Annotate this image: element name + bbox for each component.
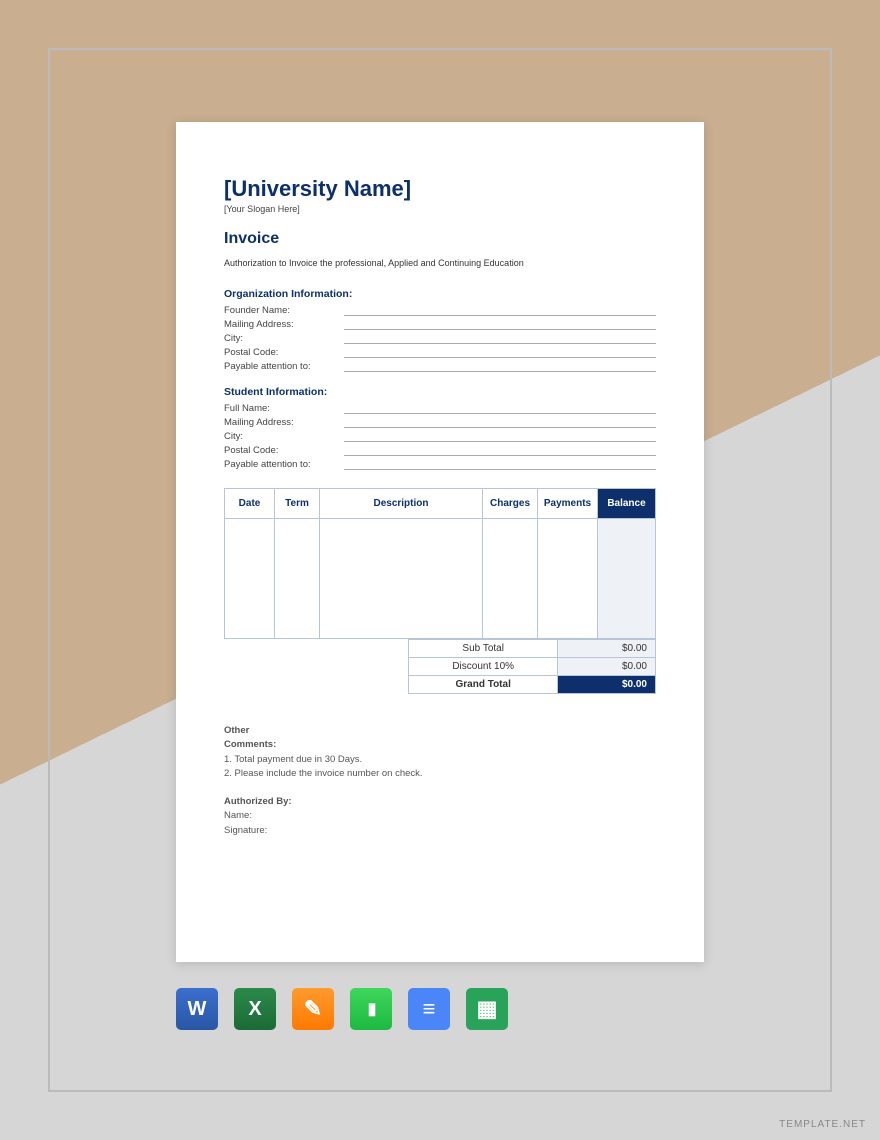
col-payments: Payments bbox=[538, 489, 598, 519]
student-city-label: City: bbox=[224, 431, 344, 442]
grandtotal-value: $0.00 bbox=[558, 676, 656, 694]
col-term: Term bbox=[275, 489, 320, 519]
format-icons-row bbox=[176, 988, 508, 1030]
org-founder-row: Founder Name: bbox=[224, 302, 656, 316]
student-payable-row: Payable attention to: bbox=[224, 456, 656, 470]
student-postal-row: Postal Code: bbox=[224, 442, 656, 456]
google-docs-icon[interactable] bbox=[408, 988, 450, 1030]
comment-line-1: 1. Total payment due in 30 Days. bbox=[224, 753, 656, 767]
invoice-document: [University Name] [Your Slogan Here] Inv… bbox=[176, 122, 704, 962]
comments-block: Other Comments: 1. Total payment due in … bbox=[224, 724, 656, 781]
excel-icon[interactable] bbox=[234, 988, 276, 1030]
numbers-icon[interactable] bbox=[350, 988, 392, 1030]
student-fullname-line bbox=[344, 403, 656, 414]
subtotal-row: Sub Total $0.00 bbox=[409, 640, 656, 658]
org-payable-row: Payable attention to: bbox=[224, 358, 656, 372]
pages-icon[interactable] bbox=[292, 988, 334, 1030]
student-mailing-line bbox=[344, 417, 656, 428]
discount-row: Discount 10% $0.00 bbox=[409, 658, 656, 676]
cell-charges bbox=[483, 519, 538, 639]
other-heading: Other bbox=[224, 724, 656, 738]
table-body-row bbox=[225, 519, 656, 639]
col-date: Date bbox=[225, 489, 275, 519]
org-city-row: City: bbox=[224, 330, 656, 344]
watermark-text: TEMPLATE.NET bbox=[779, 1119, 866, 1130]
org-founder-line bbox=[344, 305, 656, 316]
org-postal-line bbox=[344, 347, 656, 358]
authorized-name: Name: bbox=[224, 809, 656, 823]
org-postal-row: Postal Code: bbox=[224, 344, 656, 358]
discount-label: Discount 10% bbox=[409, 658, 558, 676]
student-fullname-label: Full Name: bbox=[224, 403, 344, 414]
comments-heading: Comments: bbox=[224, 738, 656, 752]
cell-term bbox=[275, 519, 320, 639]
org-founder-label: Founder Name: bbox=[224, 305, 344, 316]
totals-table: Sub Total $0.00 Discount 10% $0.00 Grand… bbox=[408, 639, 656, 694]
student-info-block: Student Information: Full Name: Mailing … bbox=[224, 386, 656, 470]
org-mailing-row: Mailing Address: bbox=[224, 316, 656, 330]
student-payable-line bbox=[344, 459, 656, 470]
org-city-line bbox=[344, 333, 656, 344]
authorized-signature: Signature: bbox=[224, 824, 656, 838]
cell-balance bbox=[598, 519, 656, 639]
invoice-table: Date Term Description Charges Payments B… bbox=[224, 488, 656, 639]
subtotal-value: $0.00 bbox=[558, 640, 656, 658]
student-city-line bbox=[344, 431, 656, 442]
student-heading: Student Information: bbox=[224, 386, 656, 398]
subtotal-label: Sub Total bbox=[409, 640, 558, 658]
student-mailing-row: Mailing Address: bbox=[224, 414, 656, 428]
university-name: [University Name] bbox=[224, 176, 656, 202]
slogan-text: [Your Slogan Here] bbox=[224, 204, 656, 214]
grandtotal-row: Grand Total $0.00 bbox=[409, 676, 656, 694]
organization-info-block: Organization Information: Founder Name: … bbox=[224, 288, 656, 372]
org-payable-label: Payable attention to: bbox=[224, 361, 344, 372]
authorized-heading: Authorized By: bbox=[224, 795, 656, 809]
student-city-row: City: bbox=[224, 428, 656, 442]
google-sheets-icon[interactable] bbox=[466, 988, 508, 1030]
org-city-label: City: bbox=[224, 333, 344, 344]
col-description: Description bbox=[320, 489, 483, 519]
student-mailing-label: Mailing Address: bbox=[224, 417, 344, 428]
authorization-text: Authorization to Invoice the professiona… bbox=[224, 258, 656, 268]
student-postal-label: Postal Code: bbox=[224, 445, 344, 456]
col-charges: Charges bbox=[483, 489, 538, 519]
org-mailing-label: Mailing Address: bbox=[224, 319, 344, 330]
grandtotal-label: Grand Total bbox=[409, 676, 558, 694]
cell-date bbox=[225, 519, 275, 639]
col-balance: Balance bbox=[598, 489, 656, 519]
cell-description bbox=[320, 519, 483, 639]
table-header-row: Date Term Description Charges Payments B… bbox=[225, 489, 656, 519]
discount-value: $0.00 bbox=[558, 658, 656, 676]
student-payable-label: Payable attention to: bbox=[224, 459, 344, 470]
word-icon[interactable] bbox=[176, 988, 218, 1030]
student-postal-line bbox=[344, 445, 656, 456]
org-postal-label: Postal Code: bbox=[224, 347, 344, 358]
org-mailing-line bbox=[344, 319, 656, 330]
authorized-block: Authorized By: Name: Signature: bbox=[224, 795, 656, 838]
comment-line-2: 2. Please include the invoice number on … bbox=[224, 767, 656, 781]
cell-payments bbox=[538, 519, 598, 639]
organization-heading: Organization Information: bbox=[224, 288, 656, 300]
student-fullname-row: Full Name: bbox=[224, 400, 656, 414]
invoice-heading: Invoice bbox=[224, 230, 656, 248]
org-payable-line bbox=[344, 361, 656, 372]
